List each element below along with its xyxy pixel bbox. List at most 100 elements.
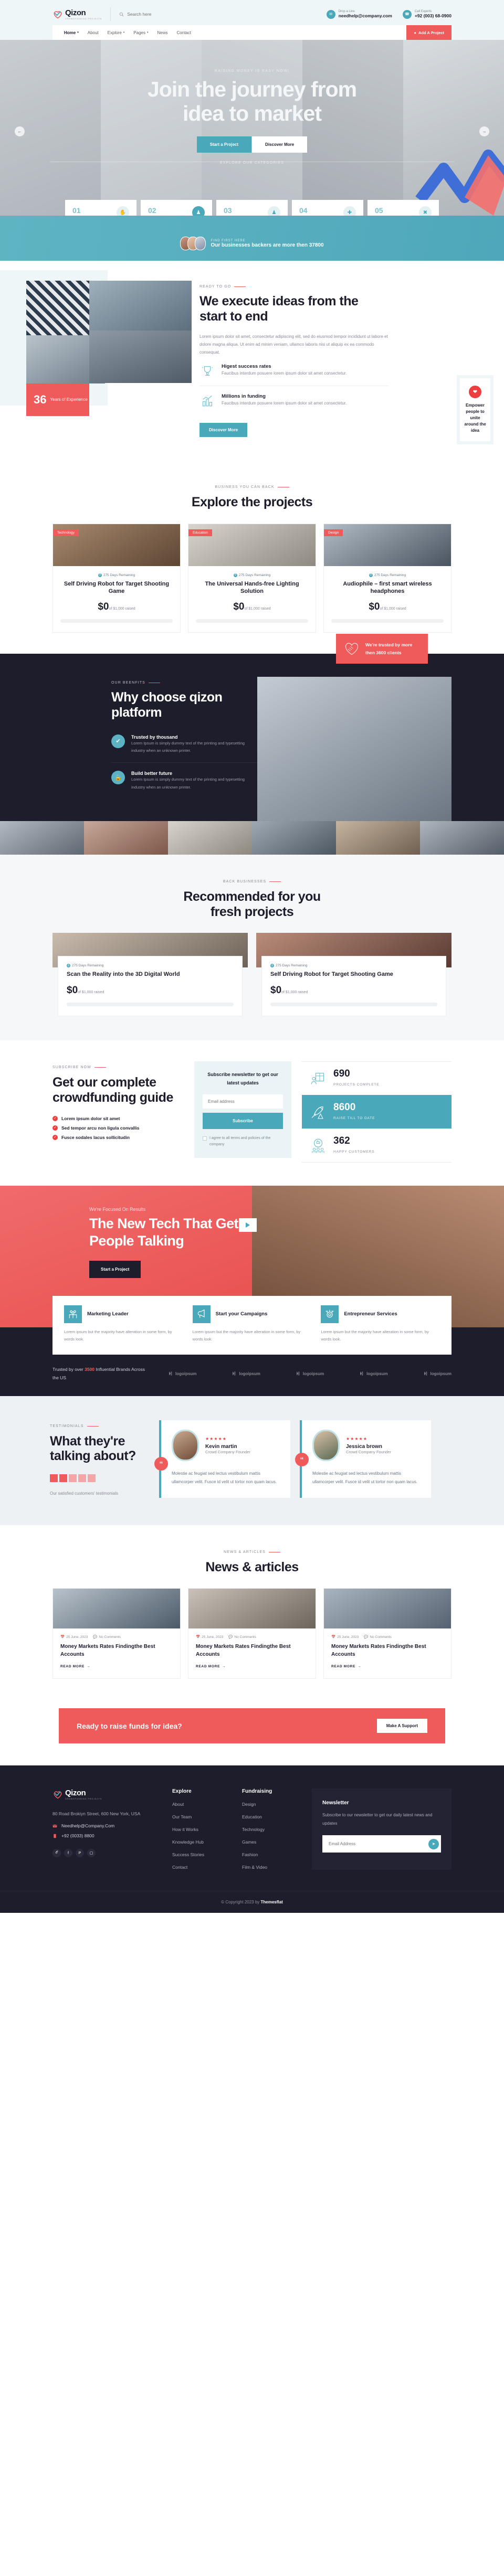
- footer-link[interactable]: Games: [242, 1839, 297, 1845]
- brand-logo: logoipsum: [359, 1371, 388, 1376]
- project-card[interactable]: Design ⏱ 275 Days Remaining Audiophile – …: [323, 523, 452, 633]
- hero-section: ← → RAISING MONEY IS EASY NOW! Join the …: [0, 40, 504, 216]
- newsletter-email-input[interactable]: [322, 1836, 428, 1852]
- project-title: Audiophile – first smart wireless headph…: [343, 580, 432, 595]
- hand-heart-icon: ❤: [469, 386, 481, 398]
- footer-link[interactable]: Design: [242, 1802, 297, 1807]
- nav-item-home[interactable]: Home ▾: [64, 30, 79, 35]
- footer-link[interactable]: About: [172, 1802, 227, 1807]
- pager-dot[interactable]: [88, 1474, 96, 1483]
- footer-link[interactable]: Contact: [172, 1865, 227, 1870]
- years-label: Years of Experience: [50, 397, 88, 402]
- footer-brand: Qizon CROWDFUNDING PROJECTS 80 Road Brok…: [52, 1789, 158, 1870]
- read-more-link[interactable]: READ MORE →: [196, 1665, 226, 1668]
- play-button[interactable]: [239, 1218, 257, 1232]
- start-project-button[interactable]: Start a Project: [196, 136, 252, 153]
- pinterest-icon[interactable]: P: [76, 1849, 84, 1858]
- project-tag: Education: [188, 529, 212, 536]
- video-cta-title: The New Tech That Get People Talking: [89, 1216, 239, 1249]
- testimonial-pager[interactable]: [50, 1474, 150, 1483]
- footer-phone[interactable]: +92 (0033) 8800: [52, 1833, 158, 1838]
- news-headline: Money Markets Rates Findingthe Best Acco…: [331, 1644, 426, 1657]
- footer-link[interactable]: Fashion: [242, 1852, 297, 1857]
- about-discover-button[interactable]: Discover More: [200, 423, 248, 438]
- why-feature-trusted: ✔ Trusted by thousand Lorem Ipsum is sim…: [111, 727, 257, 763]
- entrepreneur-gear-icon: [321, 1305, 339, 1323]
- list-item: ✓ Fusce sodales lacus sollicitudin: [52, 1133, 184, 1142]
- agree-checkbox[interactable]: [203, 1136, 207, 1141]
- category-card-technology[interactable]: 01✋ Technology: [65, 200, 136, 216]
- search-box[interactable]: [119, 12, 316, 17]
- search-input[interactable]: [127, 12, 196, 17]
- nav-item-news[interactable]: News: [158, 30, 168, 35]
- nav-label: Pages: [133, 30, 145, 35]
- nav-item-about[interactable]: About: [88, 30, 99, 35]
- discover-more-button[interactable]: Discover More: [252, 136, 308, 153]
- nav-item-contact[interactable]: Contact: [177, 30, 192, 35]
- video-cta-button[interactable]: Start a Project: [89, 1261, 141, 1279]
- email-contact[interactable]: ✉ Drop a Line needhelp@company.com: [326, 9, 392, 19]
- footer-link[interactable]: Technology: [242, 1827, 297, 1832]
- footer-link[interactable]: How it Works: [172, 1827, 227, 1832]
- pager-dot[interactable]: [69, 1474, 77, 1483]
- service-card-marketing[interactable]: Marketing Leader Lorem ipsum but the maj…: [64, 1305, 183, 1344]
- progress-bar: [270, 1003, 437, 1007]
- add-project-button[interactable]: ● Add A Project: [406, 25, 452, 40]
- main-nav: Home ▾ About Explore ▾ Pages ▾ News Contact…: [52, 25, 452, 40]
- pager-dot[interactable]: [59, 1474, 67, 1483]
- news-date: 📅 25 June, 2023: [331, 1635, 359, 1640]
- testimonial-name: Jessica brown: [346, 1443, 382, 1450]
- project-image: Design: [324, 524, 451, 566]
- feature-text: Faucibus interdum posuere lorem ipsum do…: [222, 401, 347, 406]
- footer-link[interactable]: Education: [242, 1814, 297, 1819]
- service-card-entrepreneur[interactable]: Entrepreneur Services Lorem ipsum but th…: [321, 1305, 440, 1344]
- subscribe-button[interactable]: Subscribe: [203, 1112, 283, 1129]
- footer-link[interactable]: Our Team: [172, 1814, 227, 1819]
- facebook-icon[interactable]: f: [64, 1849, 72, 1858]
- recommended-card[interactable]: ⏱ 275 Days Remaining Scan the Reality int…: [52, 933, 248, 1017]
- send-icon[interactable]: ➤: [428, 1838, 439, 1849]
- category-card-medical[interactable]: 04✚ Medical: [292, 200, 363, 216]
- add-project-label: Add A Project: [418, 30, 444, 35]
- read-more-link[interactable]: READ MORE →: [60, 1665, 90, 1668]
- nav-item-explore[interactable]: Explore ▾: [108, 30, 125, 35]
- news-card[interactable]: 📅 25 June, 2023 💬 No Comments Money Mark…: [52, 1588, 181, 1679]
- nav-item-pages[interactable]: Pages ▾: [133, 30, 148, 35]
- quote-icon: “: [154, 1456, 168, 1471]
- twitter-icon[interactable]: 𝒪: [52, 1849, 61, 1858]
- news-card[interactable]: 📅 25 June, 2023 💬 No Comments Money Mark…: [323, 1588, 452, 1679]
- pager-dot[interactable]: [78, 1474, 86, 1483]
- recommended-label: BACK BUSINESSES: [223, 880, 281, 883]
- star-rating: ★★★★★: [346, 1436, 368, 1441]
- footer-email[interactable]: Needhelp@Company.Com: [52, 1823, 158, 1828]
- pager-dot[interactable]: [50, 1474, 58, 1483]
- project-raised: $0of $1,000 raised: [98, 601, 135, 613]
- footer-link[interactable]: Knowledge Hub: [172, 1839, 227, 1845]
- strip-photo: [0, 821, 84, 855]
- category-card-design[interactable]: 05✖ Design: [368, 200, 439, 216]
- progress-bar: [331, 619, 444, 623]
- newsletter-form: ➤: [322, 1835, 441, 1853]
- project-card[interactable]: Education ⏱ 275 Days Remaining The Univer…: [188, 523, 316, 633]
- instagram-icon[interactable]: ▢: [87, 1849, 96, 1858]
- category-card-fashion[interactable]: 03♟ Fashion: [216, 200, 288, 216]
- footer-link[interactable]: Success Stories: [172, 1852, 227, 1857]
- read-more-link[interactable]: READ MORE →: [331, 1665, 361, 1668]
- recommended-card[interactable]: ⏱ 275 Days Remaining Self Driving Robot f…: [256, 933, 452, 1017]
- site-footer: Qizon CROWDFUNDING PROJECTS 80 Road Brok…: [0, 1765, 504, 1913]
- site-logo[interactable]: Qizon CROWDFUNDING PROJECTS: [52, 8, 102, 20]
- footer-logo[interactable]: Qizon CROWDFUNDING PROJECTS: [52, 1789, 158, 1800]
- services-cards: Marketing Leader Lorem ipsum but the maj…: [52, 1295, 452, 1355]
- project-image: Education: [188, 524, 316, 566]
- make-support-button[interactable]: Make A Support: [376, 1719, 427, 1733]
- agree-terms[interactable]: I agree to all terms and policies of the…: [203, 1135, 283, 1148]
- footer-link[interactable]: Film & Video: [242, 1865, 297, 1870]
- footer-column-title: Explore: [172, 1789, 192, 1795]
- phone-contact[interactable]: ☎ Call Experts +92 (003) 68-0900: [402, 9, 452, 19]
- project-card[interactable]: Technology ⏱ 275 Days Remaining Self Driv…: [52, 523, 181, 633]
- subscribe-email-input[interactable]: [203, 1094, 283, 1109]
- service-card-campaigns[interactable]: Start your Campaigns Lorem ipsum but the…: [192, 1305, 312, 1344]
- news-card[interactable]: 📅 25 June, 2023 💬 No Comments Money Mark…: [188, 1588, 316, 1679]
- category-card-education[interactable]: 02♟ Education: [141, 200, 212, 216]
- stat-projects-complete: 690 PROJECTS COMPLETE: [302, 1061, 452, 1095]
